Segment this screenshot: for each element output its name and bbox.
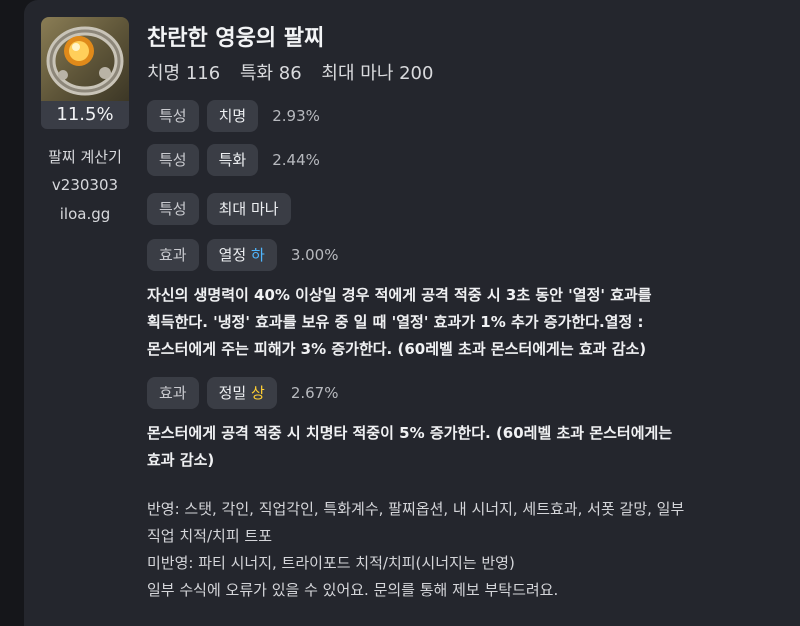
site-name: iloa.gg	[59, 205, 111, 223]
description-line: 몬스터에게 주는 피해가 3% 증가한다. (60레벨 초과 몬스터에게는 효과…	[147, 340, 647, 358]
option-type-chip: 특성	[147, 100, 199, 132]
option-row: 효과 정밀 상 2.67%	[147, 377, 338, 409]
effect-grade: 상	[251, 384, 265, 402]
bracelet-icon	[41, 17, 129, 101]
effect-description: 몬스터에게 공격 적중 시 치명타 적중이 5% 증가한다. (60레벨 초과 …	[147, 420, 757, 474]
option-type-chip: 특성	[147, 193, 199, 225]
option-name-chip: 치명	[206, 100, 259, 132]
effect-name: 열정	[218, 246, 247, 264]
option-row: 특성 최대 마나	[147, 193, 305, 225]
bracelet-percent: 11.5%	[41, 101, 129, 129]
note-line: 직업 치적/치피 트포	[147, 527, 272, 545]
calculator-version: v230303	[51, 176, 119, 194]
option-row: 효과 열정 하 3.00%	[147, 239, 338, 271]
option-value: 2.44%	[272, 151, 320, 169]
note-line: 반영: 스탯, 각인, 직업각인, 특화계수, 팔찌옵션, 내 시너지, 세트효…	[147, 500, 685, 518]
option-type-chip: 특성	[147, 144, 199, 176]
option-name-chip: 열정 하	[206, 239, 277, 271]
description-line: 효과 감소)	[147, 451, 215, 469]
stat-specialization: 특화 86	[239, 63, 302, 84]
item-stats: 치명 116 특화 86 최대 마나 200	[147, 59, 447, 85]
stat-max-mana: 최대 마나 200	[321, 63, 434, 84]
option-type-chip: 효과	[147, 377, 199, 409]
calculation-notes: 반영: 스탯, 각인, 직업각인, 특화계수, 팔찌옵션, 내 시너지, 세트효…	[147, 496, 767, 604]
effect-grade: 하	[251, 246, 265, 264]
option-value: 2.93%	[272, 107, 320, 125]
effect-description: 자신의 생명력이 40% 이상일 경우 적에게 공격 적중 시 3초 동안 '열…	[147, 282, 757, 363]
effect-name: 정밀	[218, 384, 247, 402]
calculator-name: 팔찌 계산기	[48, 148, 122, 166]
option-value: 2.67%	[290, 384, 339, 402]
item-title: 찬란한 영웅의 팔찌	[147, 26, 325, 51]
option-name-chip: 특화	[206, 144, 259, 176]
option-row: 특성 치명 2.93%	[147, 100, 320, 132]
option-name-chip: 정밀 상	[206, 377, 277, 409]
option-type-chip: 효과	[147, 239, 199, 271]
description-line: 획득한다. '냉정' 효과를 보유 중 일 때 '열정' 효과가 1% 추가 증…	[147, 313, 644, 331]
description-line: 몬스터에게 공격 적중 시 치명타 적중이 5% 증가한다. (60레벨 초과 …	[147, 424, 673, 442]
note-line: 미반영: 파티 시너지, 트라이포드 치적/치피(시너지는 반영)	[147, 554, 515, 572]
option-value: 3.00%	[290, 246, 339, 264]
description-line: 자신의 생명력이 40% 이상일 경우 적에게 공격 적중 시 3초 동안 '열…	[147, 286, 652, 304]
option-row: 특성 특화 2.44%	[147, 144, 320, 176]
note-line: 일부 수식에 오류가 있을 수 있어요. 문의를 통해 제보 부탁드려요.	[147, 581, 559, 599]
stat-crit: 치명 116	[147, 63, 221, 84]
option-name-chip: 최대 마나	[206, 193, 291, 225]
